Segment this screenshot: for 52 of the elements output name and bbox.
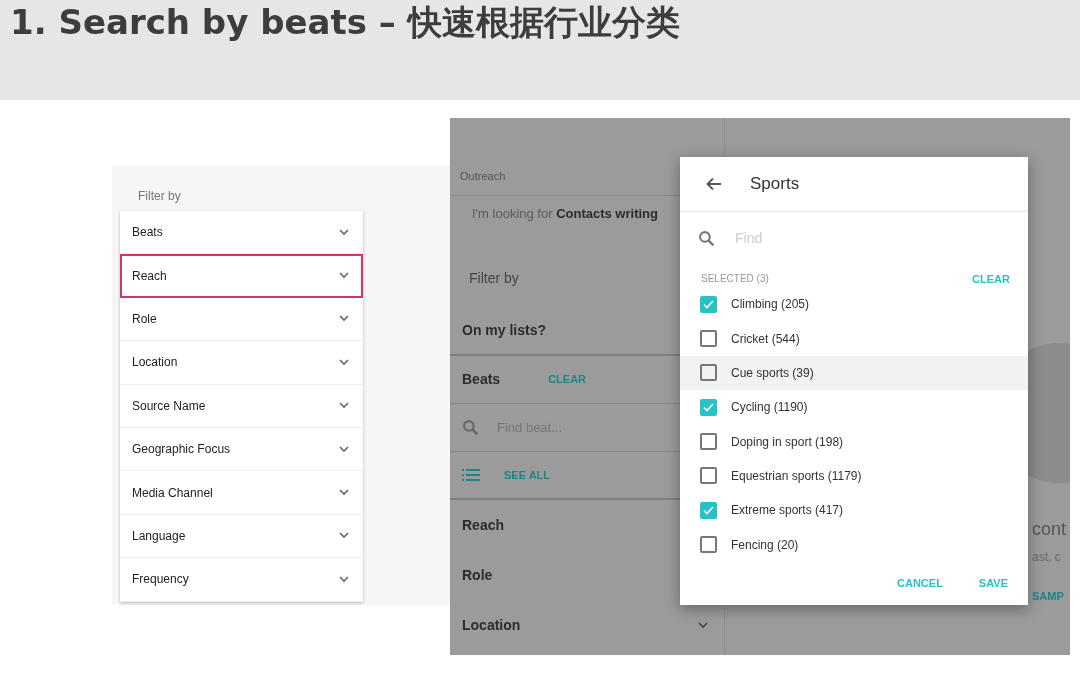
checkmark-icon	[703, 402, 714, 412]
section-label[interactable]: Role	[462, 564, 493, 586]
checkbox[interactable]	[700, 364, 717, 382]
filter-row[interactable]: Geographic Focus	[120, 427, 363, 472]
checkmark-icon	[703, 505, 714, 515]
selected-count: SELECTED (3)	[701, 272, 769, 286]
checkbox[interactable]	[700, 536, 717, 554]
checkbox[interactable]	[700, 501, 717, 519]
filter-heading: Filter by	[469, 268, 519, 288]
slide-title: 1. Search by beats – 快速根据行业分类	[10, 2, 681, 43]
dialog-title: Sports	[750, 173, 800, 196]
filter-row[interactable]: Media Channel	[120, 471, 363, 515]
query-text: I'm looking for Contacts writing	[472, 206, 658, 221]
filter-row[interactable]: Reach	[120, 254, 363, 298]
checkbox[interactable]	[700, 433, 717, 451]
checkbox[interactable]	[700, 398, 717, 416]
beats-label: Beats	[462, 370, 501, 389]
chevron-down-icon	[339, 315, 349, 323]
chevron-down-icon	[339, 532, 349, 540]
chevron-down-icon	[339, 575, 349, 583]
background-text-fragment: cont	[1032, 518, 1067, 541]
search-icon	[462, 419, 479, 436]
checkmark-icon	[703, 299, 714, 309]
filter-row[interactable]: Source Name	[120, 384, 363, 428]
filter-row[interactable]: Language	[120, 514, 363, 559]
background-text-fragment: SAMP	[1032, 589, 1064, 604]
option-row[interactable]: Extreme sports (417)	[680, 493, 1028, 528]
checkbox[interactable]	[700, 467, 717, 485]
chevron-down-icon	[339, 228, 349, 236]
filter-row[interactable]: Role	[120, 297, 363, 342]
section-label[interactable]: Location	[462, 614, 521, 636]
search-icon	[698, 230, 715, 247]
back-arrow-icon[interactable]	[706, 177, 722, 191]
filter-row[interactable]: Frequency	[120, 558, 363, 602]
list-icon	[462, 469, 480, 481]
chevron-down-icon	[339, 445, 349, 453]
section-label[interactable]: Reach	[462, 514, 505, 536]
option-row[interactable]: Equestrian sports (1179)	[680, 458, 1028, 494]
filter-row[interactable]: Beats	[120, 211, 363, 255]
chevron-down-icon	[339, 272, 349, 280]
option-row[interactable]: Cycling (1190)	[680, 390, 1028, 425]
checkbox[interactable]	[700, 330, 717, 347]
option-row[interactable]: Doping in sport (198)	[680, 424, 1028, 459]
option-row[interactable]: Cue sports (39)	[680, 355, 1028, 391]
chevron-down-icon	[339, 402, 349, 410]
option-row[interactable]: Fencing (20)	[680, 527, 1028, 562]
outreach-label: Outreach	[460, 170, 506, 182]
checkbox[interactable]	[700, 295, 717, 313]
filter-row[interactable]: Location	[120, 341, 363, 385]
chevron-down-icon	[339, 489, 349, 497]
chevron-down-icon	[339, 358, 349, 366]
filter-heading: Filter by	[137, 188, 181, 205]
